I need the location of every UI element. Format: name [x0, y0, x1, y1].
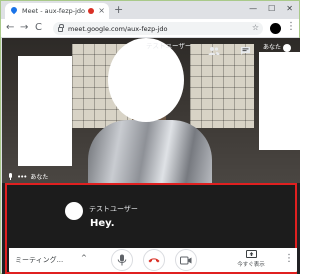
browser-toolbar: ← → C meet.google.com/aux-fezp-jdo ☆ ⋮ [1, 19, 299, 38]
minimize-button[interactable]: — [249, 4, 257, 13]
microphone-button[interactable] [111, 249, 133, 271]
reload-button[interactable]: C [35, 22, 42, 34]
chevron-up-icon[interactable]: ^ [81, 254, 87, 262]
window-controls: — ☐ ✕ [249, 4, 293, 13]
browser-menu-button[interactable]: ⋮ [286, 21, 296, 33]
meet-stage: テストユーザー あなた ••• あなた テストユーザー Hey. ミーティング.… [2, 38, 300, 274]
forward-button[interactable]: → [20, 22, 28, 34]
caption-text: Hey. [90, 218, 115, 229]
bookmark-star-icon[interactable]: ☆ [252, 23, 259, 32]
present-now-button[interactable]: 今すぐ表示 [235, 250, 267, 270]
top-speaker-label: テストユーザー [146, 42, 192, 50]
url-text: meet.google.com/aux-fezp-jdo [68, 24, 168, 33]
present-now-label: 今すぐ表示 [237, 262, 265, 268]
address-bar[interactable]: meet.google.com/aux-fezp-jdo ☆ [53, 22, 263, 35]
browser-window: Meet - aux-fezp-jdo × + — ☐ ✕ ← → C meet… [0, 0, 300, 274]
speaker-name: テストユーザー [89, 205, 138, 213]
captions-panel: テストユーザー Hey. ミーティング... ^ 今すぐ表示 ⋮ [5, 183, 297, 274]
end-call-button[interactable] [143, 249, 165, 271]
recording-indicator-icon [88, 8, 95, 14]
lock-icon [58, 24, 64, 32]
camera-button[interactable] [175, 249, 197, 271]
maximize-button[interactable]: ☐ [268, 4, 275, 13]
tab-title: Meet - aux-fezp-jdo [22, 7, 86, 15]
tab-close-button[interactable]: × [98, 7, 105, 15]
more-options-button[interactable]: ⋮ [284, 253, 294, 265]
right-tile-name: あなた [263, 42, 292, 52]
browser-tab[interactable]: Meet - aux-fezp-jdo × [5, 3, 109, 19]
tab-strip: Meet - aux-fezp-jdo × + — ☐ ✕ [1, 1, 299, 19]
people-icon[interactable] [208, 41, 220, 60]
chat-icon[interactable] [240, 41, 251, 60]
participant-tile-left[interactable] [18, 56, 72, 166]
video-camera-icon [180, 256, 192, 264]
profile-avatar[interactable] [270, 23, 281, 34]
self-tile-label: ••• あなた [8, 172, 48, 181]
back-button[interactable]: ← [6, 22, 14, 34]
person-jacket [88, 120, 212, 183]
face-redaction [108, 38, 184, 122]
meeting-controls-bar: ミーティング... ^ 今すぐ表示 ⋮ [9, 248, 297, 272]
tile-more-button[interactable]: ••• [17, 173, 27, 181]
participant-tile-right[interactable] [259, 52, 300, 150]
meeting-details-button[interactable]: ミーティング... [15, 255, 63, 265]
self-name: あなた [30, 174, 49, 181]
present-screen-icon [245, 250, 257, 258]
microphone-icon [117, 254, 127, 266]
right-tile-avatar [283, 43, 292, 52]
hang-up-icon [148, 258, 160, 263]
microphone-icon [8, 173, 13, 180]
new-tab-button[interactable]: + [114, 4, 123, 16]
close-window-button[interactable]: ✕ [286, 4, 293, 13]
meet-favicon-icon [9, 5, 19, 16]
speaker-avatar [65, 202, 83, 220]
